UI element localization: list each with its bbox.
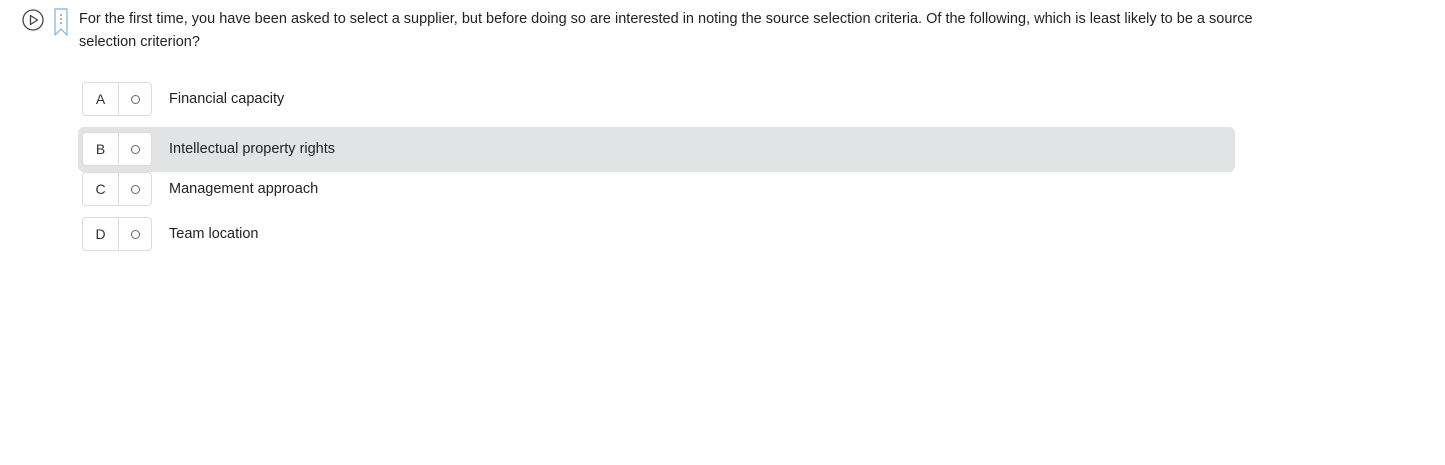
option-letter: D [83,218,119,250]
option-label: Team location [169,226,259,242]
radio-cell [119,173,151,205]
radio-button[interactable] [130,144,140,154]
bookmark-icon[interactable] [54,8,68,36]
option-letter: A [83,83,119,115]
option-box: D [82,217,152,251]
option-label: Intellectual property rights [169,141,336,157]
play-circle-icon[interactable] [22,9,44,31]
question-text: For the first time, you have been asked … [79,11,1253,50]
radio-button[interactable] [130,184,140,194]
radio-button[interactable] [130,229,140,239]
option-box: C [82,172,152,206]
radio-button[interactable] [130,94,140,104]
option-b[interactable]: B Intellectual property rights [78,127,1235,172]
option-letter: C [83,173,119,205]
radio-cell [119,218,151,250]
option-label: Management approach [169,181,319,197]
option-c[interactable]: C Management approach [78,172,1235,217]
option-d[interactable]: D Team location [78,217,1235,262]
option-box: B [82,132,152,166]
option-label: Financial capacity [169,91,285,107]
option-box: A [82,82,152,116]
option-a[interactable]: A Financial capacity [78,82,1235,127]
radio-cell [119,83,151,115]
question-row: For the first time, you have been asked … [22,8,1262,54]
radio-cell [119,133,151,165]
answer-options: A Financial capacity B Intellectual prop… [78,82,1235,262]
option-letter: B [83,133,119,165]
